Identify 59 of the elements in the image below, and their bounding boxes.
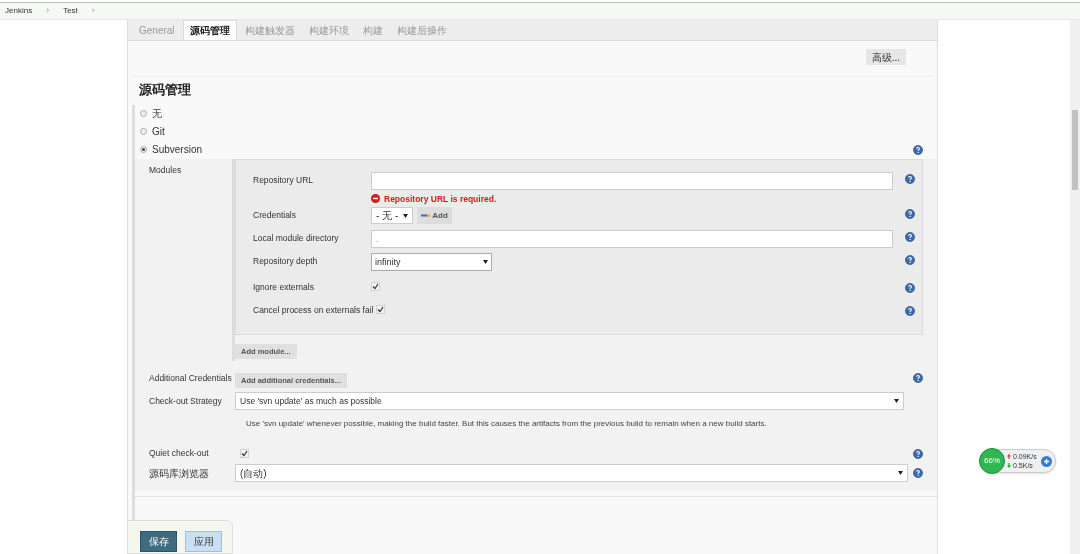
browser-select[interactable]: (自动) xyxy=(235,464,908,482)
error-icon xyxy=(371,194,380,204)
plus-icon[interactable] xyxy=(1041,455,1052,467)
advanced-button[interactable]: 高级... xyxy=(865,49,906,65)
checkbox[interactable] xyxy=(240,449,249,459)
breadcrumb-link[interactable]: Test xyxy=(63,5,78,17)
help-icon[interactable] xyxy=(905,209,915,220)
breadcrumb-separator: › xyxy=(91,4,95,18)
credentials-select[interactable]: - 无 - xyxy=(371,207,414,225)
help-icon[interactable] xyxy=(913,373,923,384)
radio-button[interactable] xyxy=(140,110,147,117)
key-icon xyxy=(421,213,431,219)
help-icon[interactable] xyxy=(905,232,915,243)
radio-label: 无 xyxy=(152,107,163,121)
checkbox[interactable] xyxy=(376,305,386,315)
help-icon[interactable] xyxy=(905,255,915,266)
field-label: Modules xyxy=(148,163,183,177)
field-label: Local module directory xyxy=(253,232,340,245)
radio-button[interactable] xyxy=(140,128,147,135)
help-icon[interactable] xyxy=(905,305,915,316)
field-label: Repository depth xyxy=(253,255,319,268)
save-button[interactable]: 保存 xyxy=(140,531,177,552)
field-label: Check-out Strategy xyxy=(148,394,223,408)
field-label: Repository URL xyxy=(253,173,314,187)
error-message: Repository URL is required. xyxy=(384,192,497,206)
caret-icon xyxy=(483,260,488,265)
caret-icon xyxy=(894,399,899,404)
strategy-select[interactable]: Use 'svn update' as much as possible xyxy=(235,392,904,411)
up-arrow-icon xyxy=(1007,454,1011,459)
radio-label: Git xyxy=(152,125,166,139)
caret-icon xyxy=(898,471,903,475)
breadcrumb-link[interactable]: Jenkins xyxy=(5,5,33,17)
down-arrow-icon xyxy=(1007,463,1011,468)
radio-label: Subversion xyxy=(152,143,204,157)
caret-icon xyxy=(403,213,409,218)
breadcrumb-separator: › xyxy=(46,4,50,18)
field-label: Quiet check-out xyxy=(148,447,210,460)
depth-select[interactable]: infinity xyxy=(371,253,492,272)
apply-button[interactable]: 应用 xyxy=(185,531,222,552)
checkbox[interactable] xyxy=(371,282,380,292)
field-label: 源码库浏览器 xyxy=(148,466,210,481)
usage-percent: 66% xyxy=(979,448,1005,474)
field-label: Additional Credentials xyxy=(148,371,233,385)
tab[interactable]: 源码管理 xyxy=(182,20,237,40)
help-icon[interactable] xyxy=(913,448,923,459)
scrollbar[interactable] xyxy=(1070,20,1080,554)
radio-button[interactable] xyxy=(140,146,147,153)
field-label: Credentials xyxy=(253,209,297,222)
text-field[interactable] xyxy=(371,171,893,190)
help-icon[interactable] xyxy=(913,468,923,478)
help-icon[interactable] xyxy=(905,173,915,184)
section-title: 源码管理 xyxy=(139,81,192,99)
text-field[interactable]: . xyxy=(371,230,893,249)
field-label: Cancel process on externals fail xyxy=(253,304,375,318)
strategy-description: Use 'svn update' whenever possible, making the build faster. But this causes the artifacts from the previous build to remain when a new build starts. xyxy=(246,418,768,431)
field-label: Ignore externals xyxy=(253,281,315,295)
help-icon[interactable] xyxy=(905,282,915,293)
add-button[interactable]: Add xyxy=(417,207,452,225)
help-icon[interactable] xyxy=(913,144,923,155)
